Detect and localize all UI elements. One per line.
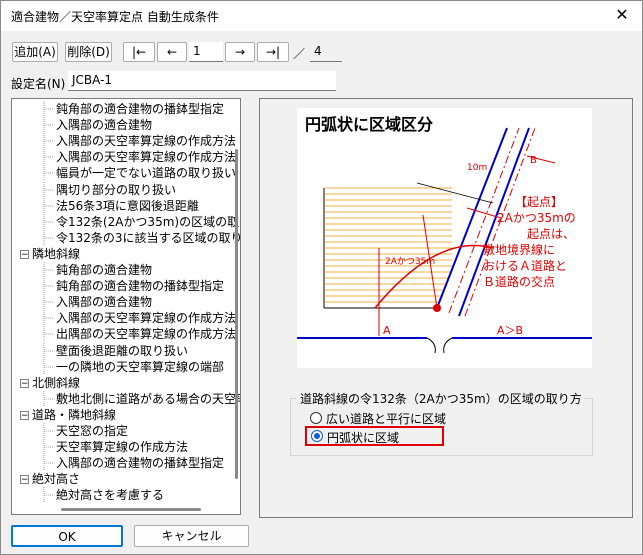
tree-connector bbox=[43, 390, 54, 407]
callout-line-6: Ｂ道路の交点 bbox=[483, 274, 555, 289]
tree-connector bbox=[43, 181, 54, 198]
dim-10m-label: 10m bbox=[467, 163, 487, 173]
tree-leaf[interactable]: 出隅部の天空率算定線の作成方法 bbox=[56, 326, 236, 342]
tree-leaf[interactable]: 入隅部の天空率算定線の作成方法 bbox=[56, 149, 236, 165]
tree-leaf[interactable]: 鈍角部の適合建物 bbox=[56, 262, 152, 278]
tree-connector bbox=[43, 487, 54, 504]
tree-connector bbox=[43, 197, 54, 214]
callout-line-3: 起点は、 bbox=[527, 227, 575, 241]
radio-parallel[interactable] bbox=[310, 412, 322, 424]
tree-connector bbox=[43, 342, 54, 359]
tree-leaf[interactable]: 入隅部の天空率算定線の作成方法 bbox=[56, 310, 236, 326]
radius-label: 2Aかつ35m bbox=[385, 256, 435, 267]
radio-arc[interactable] bbox=[311, 430, 323, 442]
tree-leaf[interactable]: 入隅部の適合建物 bbox=[56, 294, 152, 310]
callout-line-5: おけるＡ道路と bbox=[483, 258, 567, 273]
tree-leaf[interactable]: 絶対高さを考慮する bbox=[56, 487, 164, 503]
callout-line-4: 敷地境界線に bbox=[483, 242, 555, 257]
ok-button[interactable]: OK bbox=[11, 525, 123, 547]
diagram-title: 円弧状に区域区分 bbox=[305, 115, 433, 134]
tree-connector bbox=[43, 165, 54, 182]
tree-leaf[interactable]: 入隅部の天空率算定線の作成方法 bbox=[56, 133, 236, 149]
tree-connector bbox=[43, 133, 54, 150]
setting-name-input[interactable]: JCBA-1 bbox=[68, 71, 336, 91]
tree-leaf[interactable]: 法56条3項に意図後退距離 bbox=[56, 198, 199, 214]
condition-tree[interactable]: 鈍角部の適合建物の播鉢型指定 入隅部の適合建物 入隅部の天空率算定線の作成方法 入隅部… bbox=[11, 98, 241, 515]
tree-leaf[interactable]: 幅員が一定でない道路の取り扱い bbox=[56, 165, 236, 181]
prev-record-button[interactable]: ← bbox=[157, 42, 187, 62]
tree-leaf[interactable]: 鈍角部の適合建物の播鉢型指定 bbox=[56, 278, 224, 294]
callout-line-1: 【起点】 bbox=[515, 195, 563, 209]
tree-leaf[interactable]: 敷地北側に道路がある場合の天空率 bbox=[56, 391, 240, 407]
first-record-button[interactable]: |← bbox=[123, 42, 155, 62]
tree-connector bbox=[43, 229, 54, 246]
option-arc[interactable]: 円弧状に区域 bbox=[305, 426, 444, 446]
tree-node[interactable]: 絶対高さ bbox=[32, 471, 80, 487]
tree-node[interactable]: 道路・隣地斜線 bbox=[32, 407, 116, 423]
record-total: 4 bbox=[310, 42, 342, 62]
add-button[interactable]: 追加(A) bbox=[12, 42, 58, 62]
tree-leaf[interactable]: 令132条の3に該当する区域の取り方 bbox=[56, 230, 240, 246]
zoning-diagram: 円弧状に区域区分 10m B 2Aかつ35m 【起点】 2Aかつ35mの 起点は… bbox=[297, 108, 592, 368]
tree-leaf[interactable]: 一の隣地の天空率算定線の端部 bbox=[56, 359, 224, 375]
tree-leaf[interactable]: 入隅部の適合建物の播鉢型指定 bbox=[56, 455, 224, 471]
tree-connector bbox=[43, 294, 54, 311]
tree-horizontal-scrollbar[interactable] bbox=[61, 508, 201, 511]
a-gt-b-label: A＞B bbox=[497, 324, 523, 337]
record-number-field[interactable]: 1 bbox=[189, 42, 223, 62]
dialog-window: 適合建物／天空率算定点 自動生成条件 ✕ 追加(A) 削除(D) |← ← 1 … bbox=[0, 0, 643, 555]
window-title: 適合建物／天空率算定点 自動生成条件 bbox=[11, 10, 219, 24]
b-width-label: B bbox=[530, 155, 537, 166]
tree-leaf[interactable]: 天空窓の指定 bbox=[56, 423, 128, 439]
tree-leaf[interactable]: 令132条(2Aかつ35m)の区域の取り方 bbox=[56, 214, 240, 230]
tree-connector bbox=[43, 213, 54, 230]
arc-boundary bbox=[374, 244, 494, 309]
collapse-icon[interactable]: − bbox=[20, 249, 29, 259]
tree-connector bbox=[43, 101, 54, 117]
last-record-button[interactable]: →| bbox=[257, 42, 289, 62]
tree-leaf[interactable]: 隅切り部分の取り扱い bbox=[56, 182, 176, 198]
origin-point bbox=[433, 304, 441, 312]
option-arc-label: 円弧状に区域 bbox=[327, 431, 400, 445]
tree-connector bbox=[43, 358, 54, 375]
next-record-button[interactable]: → bbox=[225, 42, 255, 62]
tree-leaf[interactable]: 天空率算定線の作成方法 bbox=[56, 439, 188, 455]
title-bar: 適合建物／天空率算定点 自動生成条件 ✕ bbox=[1, 1, 642, 31]
tree-connector bbox=[43, 423, 54, 439]
zone-method-title: 道路斜線の令132条（2Aかつ35m）の区域の取り方 bbox=[297, 390, 585, 407]
tree-connector bbox=[43, 455, 54, 472]
tree-node[interactable]: 隣地斜線 bbox=[32, 246, 80, 262]
callout-line-2: 2Aかつ35mの bbox=[497, 211, 576, 225]
option-parallel[interactable]: 広い道路と平行に区域 bbox=[310, 410, 470, 426]
tree-connector bbox=[43, 326, 54, 343]
tree-leaf[interactable]: 鈍角部の適合建物の播鉢型指定 bbox=[56, 101, 224, 117]
close-icon[interactable]: ✕ bbox=[612, 5, 632, 24]
option-parallel-label: 広い道路と平行に区域 bbox=[326, 412, 447, 426]
tree-node[interactable]: 北側斜線 bbox=[32, 375, 80, 391]
tree-connector bbox=[43, 117, 54, 134]
collapse-icon[interactable]: − bbox=[20, 410, 29, 420]
tree-connector bbox=[43, 278, 54, 295]
collapse-icon[interactable]: − bbox=[20, 378, 29, 388]
hatch-area bbox=[325, 187, 452, 303]
a-width-label: A bbox=[383, 324, 391, 337]
tree-vertical-scrollbar[interactable] bbox=[233, 101, 239, 501]
cancel-button[interactable]: キャンセル bbox=[134, 525, 249, 547]
tree-connector bbox=[43, 310, 54, 327]
tree-connector bbox=[43, 149, 54, 166]
tree-leaf[interactable]: 壁面後退距離の取り扱い bbox=[56, 343, 188, 359]
tree-connector bbox=[43, 262, 54, 278]
record-separator: ／ bbox=[293, 47, 306, 61]
collapse-icon[interactable]: − bbox=[20, 475, 29, 485]
tree-connector bbox=[43, 439, 54, 456]
setting-name-label: 設定名(N) bbox=[11, 77, 66, 91]
tree-leaf[interactable]: 入隅部の適合建物 bbox=[56, 117, 152, 133]
delete-button[interactable]: 削除(D) bbox=[65, 42, 112, 62]
